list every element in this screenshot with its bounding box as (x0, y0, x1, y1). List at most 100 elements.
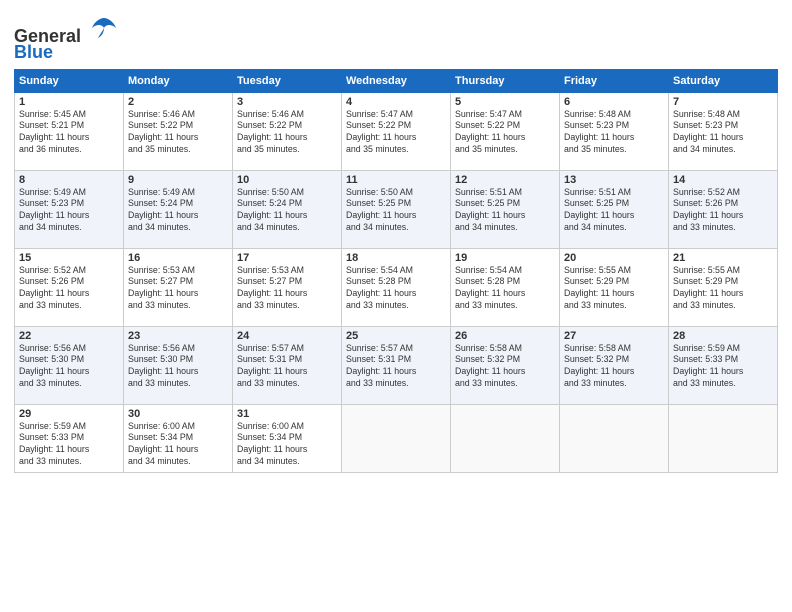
calendar-header-row: SundayMondayTuesdayWednesdayThursdayFrid… (15, 69, 778, 92)
day-cell-14: 14Sunrise: 5:52 AM Sunset: 5:26 PM Dayli… (669, 170, 778, 248)
day-info: Sunrise: 5:59 AM Sunset: 5:33 PM Dayligh… (673, 343, 773, 391)
day-cell-23: 23Sunrise: 5:56 AM Sunset: 5:30 PM Dayli… (124, 326, 233, 404)
day-info: Sunrise: 5:48 AM Sunset: 5:23 PM Dayligh… (564, 109, 664, 157)
day-number: 6 (564, 96, 664, 108)
day-info: Sunrise: 5:50 AM Sunset: 5:25 PM Dayligh… (346, 187, 446, 235)
calendar-week-4: 22Sunrise: 5:56 AM Sunset: 5:30 PM Dayli… (15, 326, 778, 404)
day-info: Sunrise: 5:46 AM Sunset: 5:22 PM Dayligh… (128, 109, 228, 157)
day-number: 10 (237, 174, 337, 186)
day-info: Sunrise: 5:55 AM Sunset: 5:29 PM Dayligh… (564, 265, 664, 313)
day-cell-19: 19Sunrise: 5:54 AM Sunset: 5:28 PM Dayli… (451, 248, 560, 326)
day-number: 24 (237, 330, 337, 342)
day-cell-4: 4Sunrise: 5:47 AM Sunset: 5:22 PM Daylig… (342, 92, 451, 170)
col-header-thursday: Thursday (451, 69, 560, 92)
day-cell-13: 13Sunrise: 5:51 AM Sunset: 5:25 PM Dayli… (560, 170, 669, 248)
day-cell-15: 15Sunrise: 5:52 AM Sunset: 5:26 PM Dayli… (15, 248, 124, 326)
day-cell-20: 20Sunrise: 5:55 AM Sunset: 5:29 PM Dayli… (560, 248, 669, 326)
day-cell-6: 6Sunrise: 5:48 AM Sunset: 5:23 PM Daylig… (560, 92, 669, 170)
day-info: Sunrise: 5:59 AM Sunset: 5:33 PM Dayligh… (19, 421, 119, 469)
day-number: 13 (564, 174, 664, 186)
logo-text-block: General Blue (14, 14, 118, 63)
day-number: 17 (237, 252, 337, 264)
day-number: 27 (564, 330, 664, 342)
day-number: 26 (455, 330, 555, 342)
day-info: Sunrise: 5:53 AM Sunset: 5:27 PM Dayligh… (237, 265, 337, 313)
day-info: Sunrise: 5:54 AM Sunset: 5:28 PM Dayligh… (346, 265, 446, 313)
day-cell-10: 10Sunrise: 5:50 AM Sunset: 5:24 PM Dayli… (233, 170, 342, 248)
calendar-week-5: 29Sunrise: 5:59 AM Sunset: 5:33 PM Dayli… (15, 404, 778, 472)
day-number: 4 (346, 96, 446, 108)
empty-cell (451, 404, 560, 472)
col-header-wednesday: Wednesday (342, 69, 451, 92)
day-info: Sunrise: 5:55 AM Sunset: 5:29 PM Dayligh… (673, 265, 773, 313)
day-cell-8: 8Sunrise: 5:49 AM Sunset: 5:23 PM Daylig… (15, 170, 124, 248)
day-number: 11 (346, 174, 446, 186)
day-cell-2: 2Sunrise: 5:46 AM Sunset: 5:22 PM Daylig… (124, 92, 233, 170)
col-header-tuesday: Tuesday (233, 69, 342, 92)
day-cell-7: 7Sunrise: 5:48 AM Sunset: 5:23 PM Daylig… (669, 92, 778, 170)
day-number: 22 (19, 330, 119, 342)
day-cell-22: 22Sunrise: 5:56 AM Sunset: 5:30 PM Dayli… (15, 326, 124, 404)
day-info: Sunrise: 5:57 AM Sunset: 5:31 PM Dayligh… (237, 343, 337, 391)
day-cell-30: 30Sunrise: 6:00 AM Sunset: 5:34 PM Dayli… (124, 404, 233, 472)
day-number: 7 (673, 96, 773, 108)
day-info: Sunrise: 5:50 AM Sunset: 5:24 PM Dayligh… (237, 187, 337, 235)
col-header-saturday: Saturday (669, 69, 778, 92)
day-info: Sunrise: 5:58 AM Sunset: 5:32 PM Dayligh… (564, 343, 664, 391)
day-cell-24: 24Sunrise: 5:57 AM Sunset: 5:31 PM Dayli… (233, 326, 342, 404)
day-info: Sunrise: 6:00 AM Sunset: 5:34 PM Dayligh… (237, 421, 337, 469)
day-info: Sunrise: 5:48 AM Sunset: 5:23 PM Dayligh… (673, 109, 773, 157)
calendar-week-3: 15Sunrise: 5:52 AM Sunset: 5:26 PM Dayli… (15, 248, 778, 326)
day-number: 12 (455, 174, 555, 186)
day-number: 20 (564, 252, 664, 264)
day-info: Sunrise: 5:58 AM Sunset: 5:32 PM Dayligh… (455, 343, 555, 391)
day-cell-21: 21Sunrise: 5:55 AM Sunset: 5:29 PM Dayli… (669, 248, 778, 326)
day-number: 29 (19, 408, 119, 420)
day-info: Sunrise: 5:56 AM Sunset: 5:30 PM Dayligh… (128, 343, 228, 391)
day-cell-16: 16Sunrise: 5:53 AM Sunset: 5:27 PM Dayli… (124, 248, 233, 326)
day-info: Sunrise: 5:56 AM Sunset: 5:30 PM Dayligh… (19, 343, 119, 391)
day-number: 23 (128, 330, 228, 342)
day-cell-26: 26Sunrise: 5:58 AM Sunset: 5:32 PM Dayli… (451, 326, 560, 404)
calendar-table: SundayMondayTuesdayWednesdayThursdayFrid… (14, 69, 778, 473)
day-cell-1: 1Sunrise: 5:45 AM Sunset: 5:21 PM Daylig… (15, 92, 124, 170)
day-info: Sunrise: 5:53 AM Sunset: 5:27 PM Dayligh… (128, 265, 228, 313)
day-cell-9: 9Sunrise: 5:49 AM Sunset: 5:24 PM Daylig… (124, 170, 233, 248)
day-number: 8 (19, 174, 119, 186)
day-info: Sunrise: 5:52 AM Sunset: 5:26 PM Dayligh… (19, 265, 119, 313)
day-number: 1 (19, 96, 119, 108)
day-cell-12: 12Sunrise: 5:51 AM Sunset: 5:25 PM Dayli… (451, 170, 560, 248)
logo: General Blue (14, 14, 118, 63)
col-header-sunday: Sunday (15, 69, 124, 92)
calendar-week-1: 1Sunrise: 5:45 AM Sunset: 5:21 PM Daylig… (15, 92, 778, 170)
day-info: Sunrise: 5:46 AM Sunset: 5:22 PM Dayligh… (237, 109, 337, 157)
day-number: 3 (237, 96, 337, 108)
day-info: Sunrise: 5:49 AM Sunset: 5:24 PM Dayligh… (128, 187, 228, 235)
day-number: 31 (237, 408, 337, 420)
day-cell-3: 3Sunrise: 5:46 AM Sunset: 5:22 PM Daylig… (233, 92, 342, 170)
page: General Blue SundayMondayTuesdayWednesda… (0, 0, 792, 612)
day-number: 5 (455, 96, 555, 108)
day-cell-25: 25Sunrise: 5:57 AM Sunset: 5:31 PM Dayli… (342, 326, 451, 404)
day-cell-31: 31Sunrise: 6:00 AM Sunset: 5:34 PM Dayli… (233, 404, 342, 472)
day-cell-28: 28Sunrise: 5:59 AM Sunset: 5:33 PM Dayli… (669, 326, 778, 404)
day-cell-18: 18Sunrise: 5:54 AM Sunset: 5:28 PM Dayli… (342, 248, 451, 326)
day-number: 16 (128, 252, 228, 264)
col-header-monday: Monday (124, 69, 233, 92)
day-cell-29: 29Sunrise: 5:59 AM Sunset: 5:33 PM Dayli… (15, 404, 124, 472)
calendar-week-2: 8Sunrise: 5:49 AM Sunset: 5:23 PM Daylig… (15, 170, 778, 248)
col-header-friday: Friday (560, 69, 669, 92)
day-number: 30 (128, 408, 228, 420)
day-info: Sunrise: 5:47 AM Sunset: 5:22 PM Dayligh… (455, 109, 555, 157)
day-info: Sunrise: 5:52 AM Sunset: 5:26 PM Dayligh… (673, 187, 773, 235)
empty-cell (669, 404, 778, 472)
day-number: 28 (673, 330, 773, 342)
day-info: Sunrise: 5:51 AM Sunset: 5:25 PM Dayligh… (455, 187, 555, 235)
day-info: Sunrise: 6:00 AM Sunset: 5:34 PM Dayligh… (128, 421, 228, 469)
day-number: 9 (128, 174, 228, 186)
day-info: Sunrise: 5:47 AM Sunset: 5:22 PM Dayligh… (346, 109, 446, 157)
day-number: 2 (128, 96, 228, 108)
day-cell-17: 17Sunrise: 5:53 AM Sunset: 5:27 PM Dayli… (233, 248, 342, 326)
day-number: 25 (346, 330, 446, 342)
day-cell-5: 5Sunrise: 5:47 AM Sunset: 5:22 PM Daylig… (451, 92, 560, 170)
